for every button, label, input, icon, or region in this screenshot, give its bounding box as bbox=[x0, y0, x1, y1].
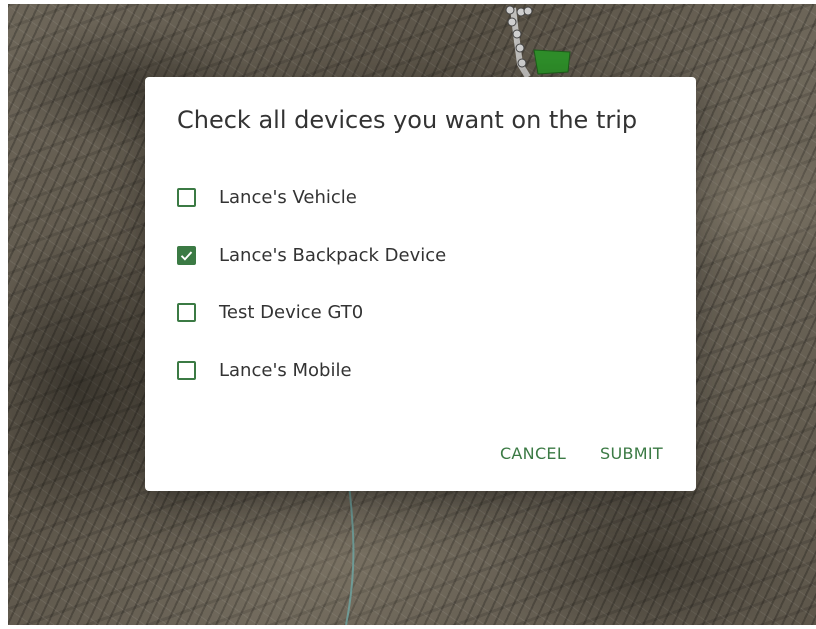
trail-path bbox=[345, 473, 355, 625]
check-icon bbox=[180, 251, 193, 261]
device-list: Lance's Vehicle Lance's Backpack Device … bbox=[177, 169, 446, 399]
device-label: Lance's Backpack Device bbox=[219, 244, 447, 266]
dialog-actions: CANCEL SUBMIT bbox=[477, 438, 674, 469]
device-option-backpack[interactable]: Lance's Backpack Device bbox=[177, 227, 446, 285]
device-option-mobile[interactable]: Lance's Mobile bbox=[177, 342, 446, 400]
device-label: Lance's Mobile bbox=[219, 359, 352, 381]
checkbox-test-device[interactable] bbox=[177, 303, 196, 323]
dialog-title: Check all devices you want on the trip bbox=[177, 106, 638, 134]
submit-button[interactable]: SUBMIT bbox=[589, 438, 674, 469]
device-label: Test Device GT0 bbox=[219, 302, 364, 324]
select-devices-dialog: Check all devices you want on the trip L… bbox=[145, 77, 696, 491]
checkbox-vehicle[interactable] bbox=[177, 188, 196, 208]
device-option-vehicle[interactable]: Lance's Vehicle bbox=[177, 169, 446, 227]
checkbox-backpack[interactable] bbox=[177, 245, 196, 265]
cancel-button[interactable]: CANCEL bbox=[489, 438, 577, 469]
green-flag-marker[interactable] bbox=[533, 49, 571, 75]
device-option-test-device[interactable]: Test Device GT0 bbox=[177, 284, 446, 342]
checkbox-mobile[interactable] bbox=[177, 360, 196, 380]
device-label: Lance's Vehicle bbox=[219, 187, 357, 209]
